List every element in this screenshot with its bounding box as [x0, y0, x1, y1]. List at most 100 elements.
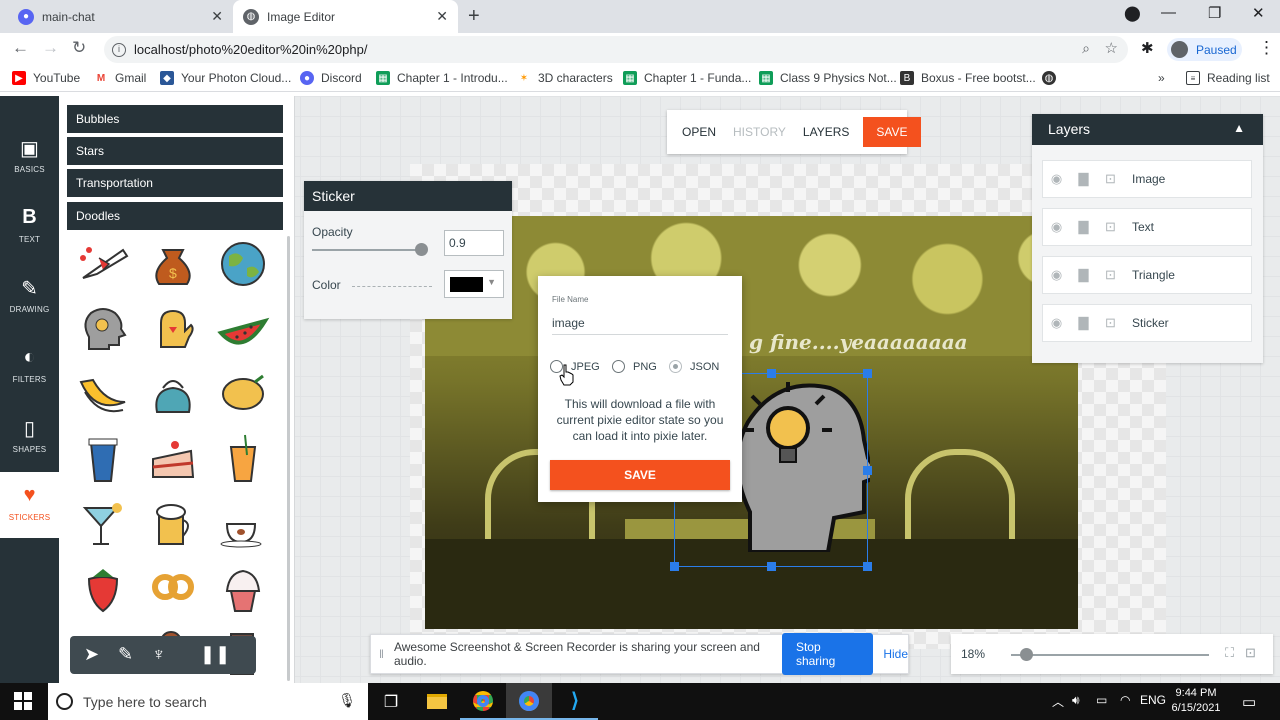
maximize-icon[interactable]: ❐: [1208, 4, 1221, 22]
chevron-up-icon[interactable]: ▲: [1233, 121, 1245, 135]
reload-icon[interactable]: ↻: [72, 38, 86, 58]
trash-icon[interactable]: ▇: [1070, 315, 1097, 331]
address-bar[interactable]: i localhost/photo%20editor%20in%20php/ ⌕…: [104, 36, 1128, 63]
oven-mitt-sticker[interactable]: [143, 301, 203, 355]
bookmark-boxus[interactable]: B Boxus - Free bootst...: [900, 71, 1036, 85]
opacity-input[interactable]: 0.9: [444, 230, 504, 256]
window-close-icon[interactable]: ✕: [1252, 4, 1265, 22]
coffee-cup-sticker[interactable]: [73, 431, 133, 485]
battery-icon[interactable]: ▭: [1096, 693, 1107, 707]
new-tab-button[interactable]: +: [468, 5, 480, 28]
pointer-icon[interactable]: ➤: [84, 644, 99, 665]
volume-icon[interactable]: 🔊︎: [1072, 693, 1080, 708]
trash-icon[interactable]: ▇: [1070, 171, 1097, 187]
vscode-icon[interactable]: ⟩: [552, 683, 598, 720]
bookmark-class9-physics[interactable]: ▦ Class 9 Physics Not...: [759, 71, 897, 85]
resize-handle[interactable]: [863, 466, 872, 475]
layer-triangle[interactable]: ◉ ▇ ⊡ Triangle: [1042, 256, 1252, 294]
bookmark-globe[interactable]: ◍: [1042, 71, 1063, 85]
nav-basics[interactable]: ▣ BASICS: [0, 124, 59, 190]
notifications-icon[interactable]: ▭: [1242, 693, 1256, 711]
bookmark-photon[interactable]: ◆ Your Photon Cloud...: [160, 71, 291, 85]
radio-button[interactable]: [612, 360, 625, 373]
nav-drawing[interactable]: ✎ DRAWING: [0, 264, 59, 330]
lemon-sticker[interactable]: [213, 366, 273, 420]
profile-button[interactable]: Paused: [1167, 38, 1242, 61]
layer-image[interactable]: ◉ ▇ ⊡ Image: [1042, 160, 1252, 198]
close-tab-icon[interactable]: ✕: [436, 8, 448, 25]
cupcake-sticker[interactable]: [213, 561, 273, 615]
nav-shapes[interactable]: ▯ SHAPES: [0, 404, 59, 470]
radio-button-checked[interactable]: [669, 360, 682, 373]
minimize-icon[interactable]: —: [1161, 4, 1176, 21]
category-stars[interactable]: Stars: [67, 137, 283, 165]
eye-icon[interactable]: ◉: [1043, 315, 1070, 331]
eye-icon[interactable]: ◉: [1043, 267, 1070, 283]
pencil-icon[interactable]: ✎: [118, 644, 133, 665]
bookmark-chapter1-intro[interactable]: ▦ Chapter 1 - Introdu...: [376, 71, 508, 85]
coffee-tea-sticker[interactable]: [213, 496, 273, 550]
lock-icon[interactable]: ⊡: [1097, 219, 1124, 235]
extensions-icon[interactable]: ✱: [1141, 39, 1154, 57]
opacity-slider-knob[interactable]: [415, 243, 428, 256]
head-idea-sticker[interactable]: [73, 301, 133, 355]
tab-search-icon[interactable]: ⬤: [1124, 4, 1141, 22]
beer-mug-sticker[interactable]: [143, 496, 203, 550]
taskbar-search[interactable]: Type here to search 🎙︎: [48, 683, 368, 720]
money-bag-sticker[interactable]: $: [143, 236, 203, 290]
open-button[interactable]: OPEN: [682, 125, 716, 139]
forward-icon[interactable]: →: [42, 38, 59, 58]
windows-start-icon[interactable]: [14, 692, 32, 710]
pretzel-sticker[interactable]: [143, 561, 203, 615]
bookmark-3d-characters[interactable]: ✶ 3D characters: [517, 71, 613, 85]
back-icon[interactable]: ←: [12, 38, 29, 58]
banana-sticker[interactable]: [73, 366, 133, 420]
fullscreen-icon[interactable]: ⊡: [1245, 645, 1256, 661]
watermelon-sticker[interactable]: [213, 301, 273, 355]
cocktail-sticker[interactable]: [73, 496, 133, 550]
zoom-slider-knob[interactable]: [1020, 648, 1033, 661]
resize-handle[interactable]: [863, 562, 872, 571]
zoom-icon[interactable]: ⌕: [1082, 40, 1090, 57]
canvas-overlay-text[interactable]: g fine....yeaaaaaaaa: [749, 330, 968, 354]
layer-sticker[interactable]: ◉ ▇ ⊡ Sticker: [1042, 304, 1252, 342]
save-button[interactable]: SAVE: [863, 117, 921, 147]
file-name-input[interactable]: image: [552, 312, 728, 335]
eye-icon[interactable]: ◉: [1043, 219, 1070, 235]
stickers-scrollbar[interactable]: [287, 236, 290, 681]
bookmark-star-icon[interactable]: ☆: [1105, 39, 1118, 57]
more-bookmarks-icon[interactable]: »: [1158, 71, 1165, 85]
file-explorer-icon[interactable]: [414, 683, 460, 720]
microphone-icon[interactable]: 🎙︎: [338, 692, 356, 709]
resize-handle[interactable]: [767, 369, 776, 378]
resize-handle[interactable]: [863, 369, 872, 378]
hide-link[interactable]: Hide: [883, 647, 908, 661]
cake-sticker[interactable]: [143, 431, 203, 485]
stop-sharing-button[interactable]: Stop sharing: [781, 633, 874, 675]
strawberry-sticker[interactable]: [73, 561, 133, 615]
system-clock[interactable]: 9:44 PM 6/15/2021: [1166, 686, 1226, 716]
close-tab-icon[interactable]: ✕: [211, 8, 223, 25]
nav-filters[interactable]: ◐ FILTERS: [0, 334, 59, 400]
url-text[interactable]: localhost/photo%20editor%20in%20php/: [134, 42, 367, 57]
history-button[interactable]: HISTORY: [733, 125, 786, 139]
bookmark-gmail[interactable]: M Gmail: [94, 71, 146, 85]
tray-chevron-icon[interactable]: ︿: [1052, 693, 1064, 710]
lock-icon[interactable]: ⊡: [1097, 267, 1124, 283]
nav-stickers[interactable]: ♥ STICKERS: [0, 472, 59, 538]
bookmark-chapter1-funda[interactable]: ▦ Chapter 1 - Funda...: [623, 71, 751, 85]
category-bubbles[interactable]: Bubbles: [67, 105, 283, 133]
language-indicator[interactable]: ENG: [1140, 693, 1166, 707]
juice-sticker[interactable]: [213, 431, 273, 485]
format-json-radio[interactable]: JSON: [669, 360, 719, 373]
menu-icon[interactable]: ⋮: [1258, 38, 1275, 58]
layers-header[interactable]: Layers ▲: [1032, 114, 1263, 145]
bookmark-youtube[interactable]: ▶ YouTube: [12, 71, 80, 85]
trash-icon[interactable]: ▇: [1070, 219, 1097, 235]
task-view-icon[interactable]: ❐: [368, 683, 414, 720]
layers-button[interactable]: LAYERS: [803, 125, 849, 139]
globe-sticker[interactable]: [213, 236, 273, 290]
nav-text[interactable]: B TEXT: [0, 194, 59, 260]
info-icon[interactable]: i: [112, 42, 126, 57]
format-png-radio[interactable]: PNG: [612, 360, 657, 373]
